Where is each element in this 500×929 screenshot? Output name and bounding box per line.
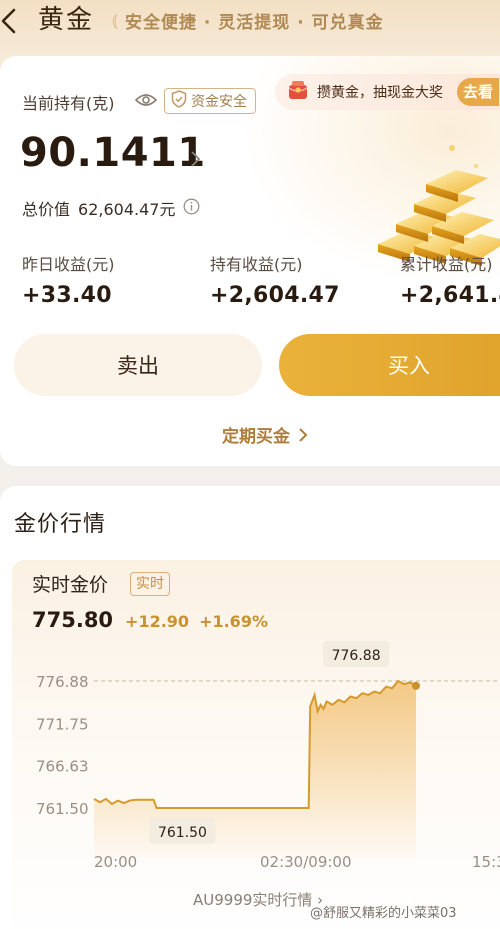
fund-safety-badge[interactable]: 资金安全: [164, 88, 256, 114]
promo-banner[interactable]: 攒黄金，抽现金大奖 去看: [275, 74, 500, 110]
red-envelope-icon: [287, 80, 309, 104]
y-tick-label: 761.50: [36, 800, 89, 818]
au9999-market-link[interactable]: AU9999实时行情 ›: [193, 889, 323, 910]
app-header: 黄金 ⦅ 安全便捷 · 灵活提现 · 可兑真金: [0, 0, 500, 52]
market-card: 金价行情 实时金价 实时 775.80 +12.90 +1.69% 776.88…: [0, 486, 500, 929]
slogan: ⦅ 安全便捷 · 灵活提现 · 可兑真金: [112, 6, 384, 34]
holding-card: 当前持有(克) 资金安全 攒黄金，抽现金大奖 去看 90.1411 总价值 62…: [0, 56, 500, 466]
stat-label: 昨日收益(元): [22, 255, 115, 274]
stat-value: +33.40: [22, 283, 112, 308]
fund-safety-label: 资金安全: [191, 94, 247, 110]
regular-buy-link[interactable]: 定期买金: [222, 422, 308, 447]
yesterday-earnings[interactable]: 昨日收益(元) +33.40: [22, 251, 115, 308]
promo-go-button[interactable]: 去看: [457, 78, 500, 106]
stat-label: 累计收益(元): [400, 255, 493, 274]
chevron-right-icon: [299, 427, 308, 442]
gold-bars-illustration: [368, 126, 500, 266]
max-label: 776.88: [332, 648, 381, 664]
price-area: [94, 681, 416, 858]
shield-icon: [171, 90, 191, 112]
holding-grams[interactable]: 90.1411: [20, 130, 206, 176]
chevron-right-icon[interactable]: [190, 150, 202, 172]
regular-buy-label: 定期买金: [222, 427, 290, 447]
slogan-text: 安全便捷 · 灵活提现 · 可兑真金: [125, 12, 384, 33]
slogan-bracket-icon: ⦅: [112, 9, 119, 31]
page-title: 黄金: [38, 5, 95, 35]
gold-price-chart[interactable]: 776.88 771.75 766.63 761.50 776.88 761.50 20:0…: [0, 486, 500, 929]
total-value: 62,604.47元: [78, 200, 176, 219]
x-tick-label: 20:00: [94, 853, 137, 871]
earnings-stats: 昨日收益(元) +33.40 持有收益(元) +2,604.47 累计收益(元)…: [22, 251, 500, 321]
y-tick-label: 766.63: [36, 758, 89, 776]
holding-label: 当前持有(克): [22, 94, 115, 113]
x-tick-label: 15:3: [472, 853, 500, 871]
buy-button[interactable]: 买入: [279, 334, 500, 396]
info-icon[interactable]: [183, 198, 200, 219]
back-arrow-icon[interactable]: [0, 8, 20, 34]
last-price-dot: [412, 681, 420, 690]
min-label: 761.50: [158, 825, 207, 841]
cumulative-earnings[interactable]: 累计收益(元) +2,641.4: [400, 251, 500, 308]
promo-text: 攒黄金，抽现金大奖: [317, 85, 443, 101]
total-value-row: 总价值 62,604.47元: [22, 196, 200, 220]
sell-button[interactable]: 卖出: [14, 334, 262, 396]
eye-icon[interactable]: [134, 92, 158, 112]
x-tick-label: 02:30/09:00: [260, 853, 352, 871]
stat-value: +2,641.4: [400, 283, 500, 308]
y-tick-label: 776.88: [36, 673, 89, 691]
y-tick-label: 771.75: [36, 715, 89, 733]
total-value-label: 总价值: [22, 200, 71, 219]
stat-value: +2,604.47: [210, 283, 340, 308]
stat-label: 持有收益(元): [210, 255, 303, 274]
holding-earnings[interactable]: 持有收益(元) +2,604.47: [210, 251, 340, 308]
watermark: @舒服又精彩的小菜菜03: [310, 906, 457, 921]
